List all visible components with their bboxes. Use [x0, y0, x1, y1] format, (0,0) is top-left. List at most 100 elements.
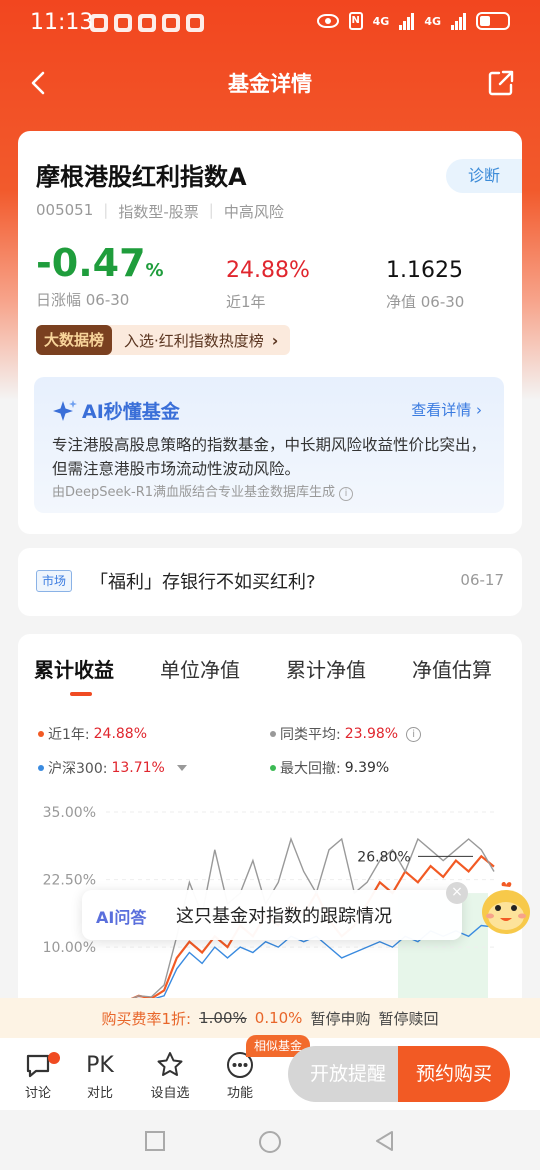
- tab-cumulative-nav[interactable]: 累计净值: [286, 654, 366, 683]
- sparkle-icon: [53, 400, 77, 421]
- y-tick-label: 10.00%: [43, 940, 96, 956]
- legend-fund-label: 近1年:: [48, 727, 90, 743]
- legend-drawdown-label: 最大回撤:: [280, 761, 341, 777]
- fund-type: 指数型-股票: [118, 203, 199, 221]
- app-notification-icon: [186, 14, 204, 32]
- legend-dot: [38, 765, 44, 771]
- ai-summary-source: 由DeepSeek-R1满血版结合专业基金数据库生成 i: [52, 481, 354, 501]
- tab-cumulative-return[interactable]: 累计收益: [34, 654, 114, 683]
- daily-change-value: -0.47: [36, 241, 146, 285]
- fee-strip: 购买费率1折: 1.00% 0.10% 暂停申购 暂停赎回: [0, 998, 540, 1038]
- star-plus-icon: [157, 1052, 183, 1076]
- news-item[interactable]: 市场 「福利」存银行不如买红利? 06-17: [18, 548, 522, 616]
- back-nav-icon[interactable]: [374, 1130, 396, 1152]
- purchase-status: 暂停申购: [310, 1009, 371, 1028]
- info-icon[interactable]: i: [339, 487, 354, 501]
- signal-icon: [451, 12, 466, 30]
- fund-name: 摩根港股红利指数A: [36, 163, 247, 191]
- open-reminder-button[interactable]: 开放提醒: [288, 1046, 408, 1102]
- peak-label: 26.80%: [357, 849, 410, 865]
- nfc-icon: N: [348, 12, 363, 30]
- tab-unit-nav[interactable]: 单位净值: [160, 654, 240, 683]
- notification-icons: [90, 14, 204, 32]
- close-icon[interactable]: ×: [446, 882, 468, 904]
- eye-comfort-icon: [316, 14, 339, 28]
- mascot-icon[interactable]: [478, 880, 534, 938]
- news-date: 06-17: [460, 571, 504, 589]
- compare-button[interactable]: PK 对比: [70, 1048, 130, 1102]
- fund-meta: 005051 | 指数型-股票 | 中高风险: [36, 201, 284, 222]
- legend-drawdown-value: 9.39%: [344, 760, 390, 776]
- legend-index-value: 13.71%: [111, 760, 165, 776]
- year-return-metric: 24.88% 近1年: [226, 253, 310, 312]
- compare-icon: PK: [86, 1052, 114, 1078]
- fund-code: 005051: [36, 201, 94, 219]
- ranking-text: 入选·红利指数热度榜: [124, 331, 264, 350]
- chart-tabs: 累计收益 单位净值 累计净值 净值估算: [34, 654, 514, 702]
- share-icon[interactable]: [486, 68, 516, 98]
- diagnose-button[interactable]: 诊断: [446, 159, 522, 193]
- legend-fund: 近1年: 24.88%: [38, 724, 147, 744]
- ai-question-label: AI问答: [96, 908, 147, 927]
- system-icons: N 4G 4G: [316, 12, 510, 30]
- tab-nav-estimate[interactable]: 净值估算: [412, 654, 492, 683]
- y-tick-label: 22.50%: [43, 873, 96, 889]
- nav-metric: 1.1625 净值 06-30: [386, 253, 464, 312]
- chevron-right-icon: ›: [271, 330, 279, 350]
- ai-question-bubble[interactable]: AI问答 这只基金对指数的跟踪情况 ×: [82, 882, 468, 940]
- daily-change-label: 日涨幅 06-30: [36, 291, 130, 309]
- news-title: 「福利」存银行不如买红利?: [90, 572, 316, 593]
- news-tag: 市场: [36, 570, 73, 592]
- ranking-tag: 大数据榜: [36, 325, 113, 355]
- functions-label: 功能: [226, 1086, 253, 1101]
- redeem-status: 暂停赎回: [378, 1009, 439, 1028]
- battery-icon: [476, 12, 510, 30]
- fee-discounted: 0.10%: [254, 1009, 303, 1027]
- home-icon[interactable]: [258, 1130, 282, 1154]
- page-title: 基金详情: [228, 72, 312, 96]
- ai-summary-title: AI秒懂基金: [82, 401, 180, 423]
- daily-change-metric: -0.47% 日涨幅 06-30: [36, 243, 164, 310]
- y-tick-label: 35.00%: [43, 805, 96, 821]
- discuss-button[interactable]: 讨论: [8, 1048, 68, 1101]
- recent-apps-icon[interactable]: [144, 1130, 166, 1152]
- legend-peer-value: 23.98%: [344, 726, 399, 742]
- app-notification-icon: [138, 14, 156, 32]
- system-navigation: [0, 1110, 540, 1170]
- fee-original: 1.00%: [199, 1009, 247, 1027]
- discuss-label: 讨论: [24, 1086, 51, 1101]
- app-notification-icon: [114, 14, 132, 32]
- signal-icon: [399, 12, 415, 30]
- signal-1-label: 4G: [372, 14, 390, 28]
- app-notification-icon: [162, 14, 180, 32]
- ai-question-text: 这只基金对指数的跟踪情况: [176, 906, 392, 927]
- year-return-label: 近1年: [226, 293, 266, 311]
- status-bar: 11:13 N 4G 4G: [0, 0, 540, 50]
- fund-risk: 中高风险: [223, 203, 284, 221]
- status-time: 11:13: [30, 10, 94, 35]
- caret-down-icon[interactable]: [176, 765, 187, 771]
- reserve-buy-button[interactable]: 预约购买: [398, 1046, 510, 1102]
- legend-peer-label: 同类平均:: [280, 727, 341, 743]
- legend-dot: [270, 731, 276, 737]
- legend-drawdown: 最大回撤: 9.39%: [270, 758, 389, 778]
- legend-fund-value: 24.88%: [93, 726, 148, 742]
- fund-summary-card: 摩根港股红利指数A 诊断 005051 | 指数型-股票 | 中高风险 -0.4…: [18, 131, 522, 534]
- daily-change-unit: %: [145, 260, 164, 281]
- nav-bar: 基金详情: [0, 58, 540, 108]
- watchlist-label: 设自选: [150, 1086, 190, 1101]
- signal-2-label: 4G: [424, 14, 441, 28]
- compare-label: 对比: [86, 1086, 113, 1101]
- watchlist-button[interactable]: 设自选: [140, 1048, 200, 1101]
- info-icon[interactable]: i: [406, 726, 422, 742]
- ai-summary-text: 专注港股高股息策略的指数基金，中长期风险收益性价比突出，但需注意港股市场流动性波…: [52, 436, 487, 478]
- ai-summary-more-link[interactable]: 查看详情 ›: [411, 399, 482, 420]
- performance-card: 累计收益 单位净值 累计净值 净值估算 近1年: 24.88% 同类平均: 23.9…: [18, 634, 522, 1014]
- ranking-banner[interactable]: 大数据榜 入选·红利指数热度榜 ›: [36, 325, 291, 355]
- nav-label: 净值 06-30: [386, 293, 465, 311]
- unread-dot: [48, 1052, 60, 1064]
- ai-source-text: 由DeepSeek-R1满血版结合专业基金数据库生成: [52, 485, 336, 500]
- nav-value: 1.1625: [386, 258, 463, 283]
- legend-index[interactable]: 沪深300: 13.71%: [38, 758, 187, 778]
- legend-dot: [38, 731, 44, 737]
